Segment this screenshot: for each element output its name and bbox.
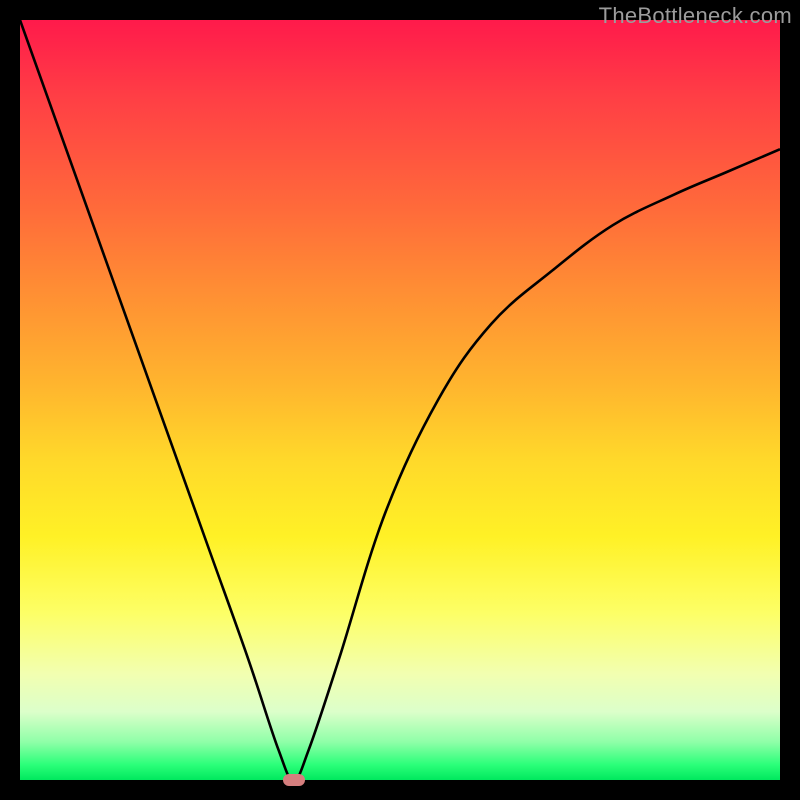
plot-area — [20, 20, 780, 780]
chart-frame: TheBottleneck.com — [0, 0, 800, 800]
bottleneck-curve — [20, 20, 780, 780]
curve-svg — [20, 20, 780, 780]
optimum-marker — [283, 774, 305, 786]
watermark-text: TheBottleneck.com — [599, 3, 792, 29]
